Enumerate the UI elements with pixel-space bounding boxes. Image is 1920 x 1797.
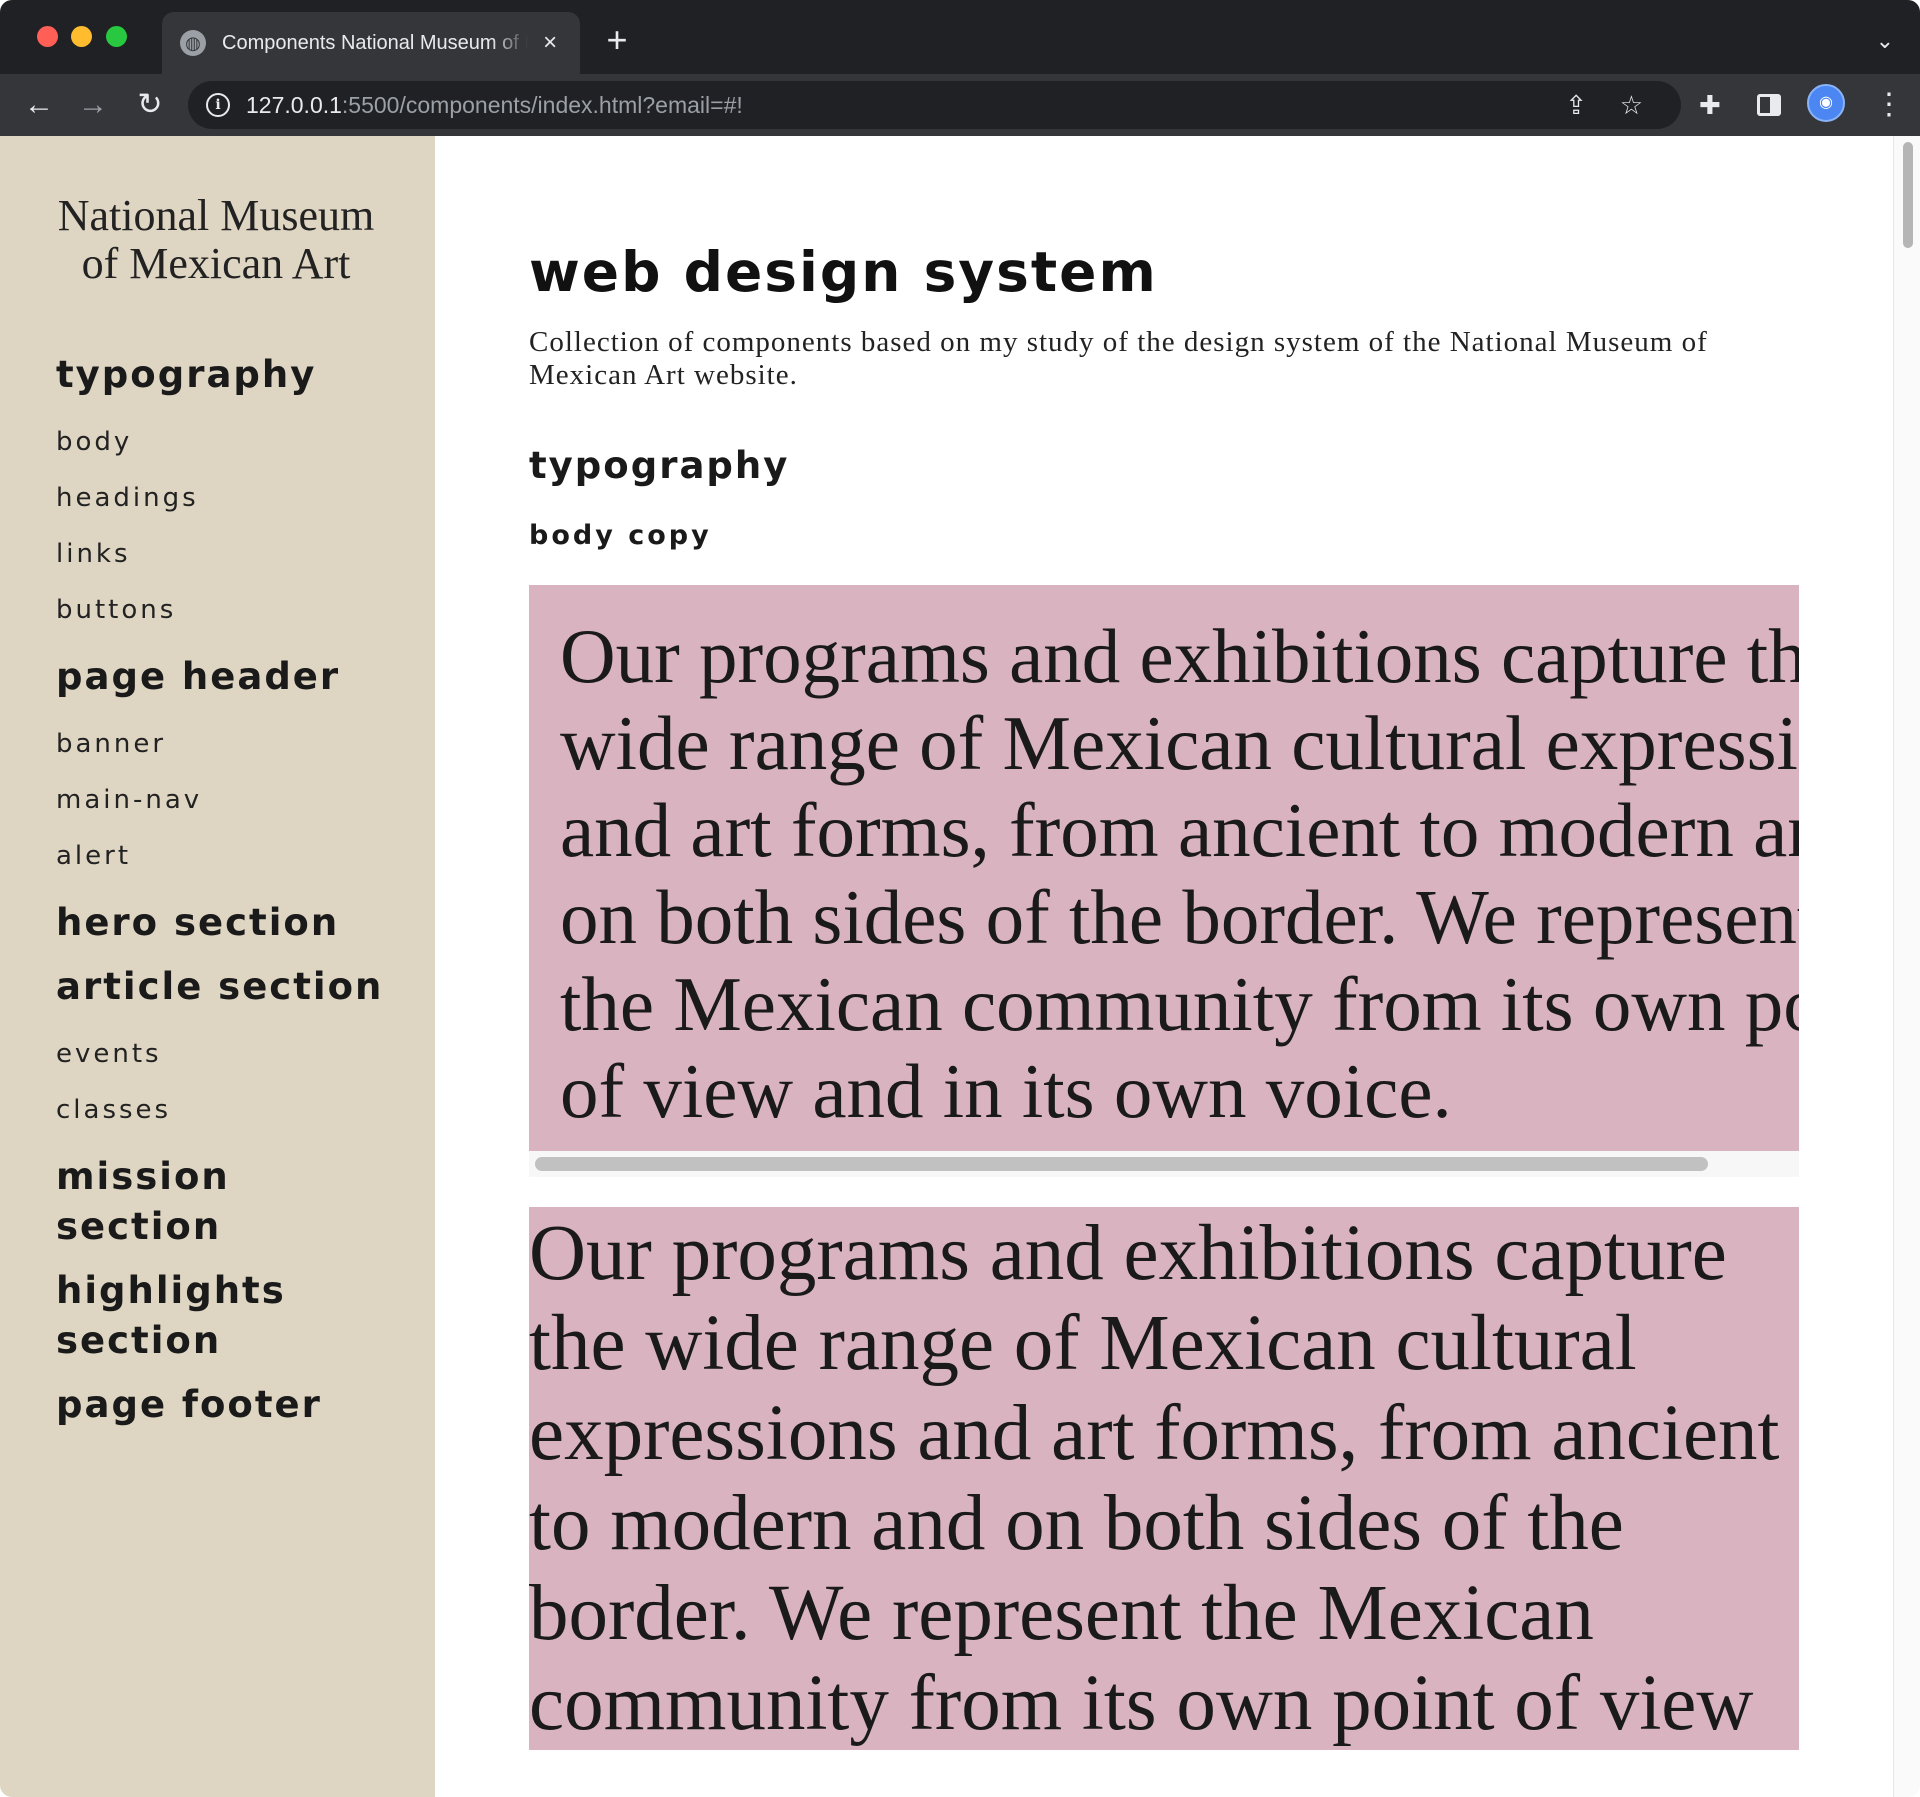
vertical-scrollbar[interactable] [1893,136,1920,1797]
tab-close-icon[interactable]: × [538,29,562,57]
sidebar-item-main-nav[interactable]: main-nav [56,772,435,828]
share-icon[interactable]: ⇪ [1565,89,1587,121]
body-copy-text: Our programs and exhibitions capture the… [529,1210,1780,1747]
nav-group-page-header: page header banner main-nav alert [56,652,435,884]
horizontal-scrollbar-thumb[interactable] [535,1157,1708,1171]
nav-heading-mission-section[interactable]: mission section [56,1152,386,1252]
reload-icon[interactable]: ↻ [131,86,169,124]
kebab-menu-icon[interactable]: ⋮ [1874,88,1904,122]
nav-group-mission-section: mission section [56,1152,435,1252]
nav-heading-article-section[interactable]: article section [56,962,386,1012]
nav-group-hero-section: hero section [56,898,435,948]
body-copy-text: Our programs and exhibitions capture the… [560,613,1799,1134]
nav-heading-page-header[interactable]: page header [56,652,386,702]
tab-search-chevron-icon[interactable]: ⌄ [1876,28,1894,54]
sidebar-item-alert[interactable]: alert [56,828,435,884]
section-title-typography: typography [529,444,790,487]
nav-group-typography: typography body headings links buttons [56,350,435,638]
sidebar-item-banner[interactable]: banner [56,716,435,772]
nav-heading-typography[interactable]: typography [56,350,386,400]
new-tab-button[interactable]: + [602,22,632,58]
sidebar-nav: typography body headings links buttons page h… [56,350,435,1430]
profile-avatar[interactable]: ◉ [1807,84,1845,122]
nav-item-list: banner main-nav alert [56,716,435,884]
sidebar-item-body[interactable]: body [56,414,435,470]
sidebar-item-headings[interactable]: headings [56,470,435,526]
nav-heading-hero-section[interactable]: hero section [56,898,386,948]
minimize-window-button[interactable] [71,26,92,47]
nav-group-page-footer: page footer [56,1380,435,1430]
url-host: 127.0.0.1 [246,92,342,118]
page-title: web design system [529,240,1158,304]
body-copy-sample-padded: Our programs and exhibitions capture the… [529,585,1799,1151]
page-description: Collection of components based on my stu… [529,326,1708,391]
vertical-scrollbar-thumb[interactable] [1903,142,1913,248]
forward-arrow-icon[interactable]: → [74,86,112,124]
subsection-title-body-copy: body copy [529,520,712,551]
browser-toolbar: ← → ↻ i 127.0.0.1:5500/components/index.… [0,74,1920,136]
sidebar-item-classes[interactable]: classes [56,1082,435,1138]
sidebar: National Museum of Mexican Art typograph… [0,136,435,1797]
main-content: web design system Collection of componen… [529,136,1799,1797]
back-arrow-icon[interactable]: ← [20,86,58,124]
close-window-button[interactable] [37,26,58,47]
page-viewport: National Museum of Mexican Art typograph… [0,136,1920,1797]
nav-heading-highlights-section[interactable]: highlights section [56,1266,386,1366]
globe-icon: ◍ [180,30,206,56]
url-text[interactable]: 127.0.0.1:5500/components/index.html?ema… [246,92,743,119]
maximize-window-button[interactable] [106,26,127,47]
bookmark-star-icon[interactable]: ☆ [1620,89,1643,121]
sidebar-item-links[interactable]: links [56,526,435,582]
tab-strip: ◍ Components National Museum of Mexican … [0,0,1920,74]
browser-window: ◍ Components National Museum of Mexican … [0,0,1920,1797]
nav-item-list: events classes [56,1026,435,1138]
sidebar-item-buttons[interactable]: buttons [56,582,435,638]
active-tab[interactable]: ◍ Components National Museum of Mexican … [162,12,580,74]
address-bar[interactable]: i 127.0.0.1:5500/components/index.html?e… [188,81,1681,129]
body-copy-sample-scroll-container[interactable]: Our programs and exhibitions capture the… [529,585,1799,1177]
body-copy-sample-unpadded: Our programs and exhibitions capture the… [529,1207,1799,1750]
url-path: :5500/components/index.html?email=#! [341,92,743,118]
nav-group-highlights-section: highlights section [56,1266,435,1366]
tab-title: Components National Museum of Mexican Ar… [222,31,528,54]
nav-item-list: body headings links buttons [56,414,435,638]
museum-logo-title[interactable]: National Museum of Mexican Art [56,192,376,288]
nav-heading-page-footer[interactable]: page footer [56,1380,386,1430]
nav-group-article-section: article section events classes [56,962,435,1138]
extensions-puzzle-icon[interactable]: ✚ [1699,88,1721,122]
site-info-icon[interactable]: i [206,93,230,117]
side-panel-icon[interactable] [1757,94,1781,116]
sidebar-item-events[interactable]: events [56,1026,435,1082]
